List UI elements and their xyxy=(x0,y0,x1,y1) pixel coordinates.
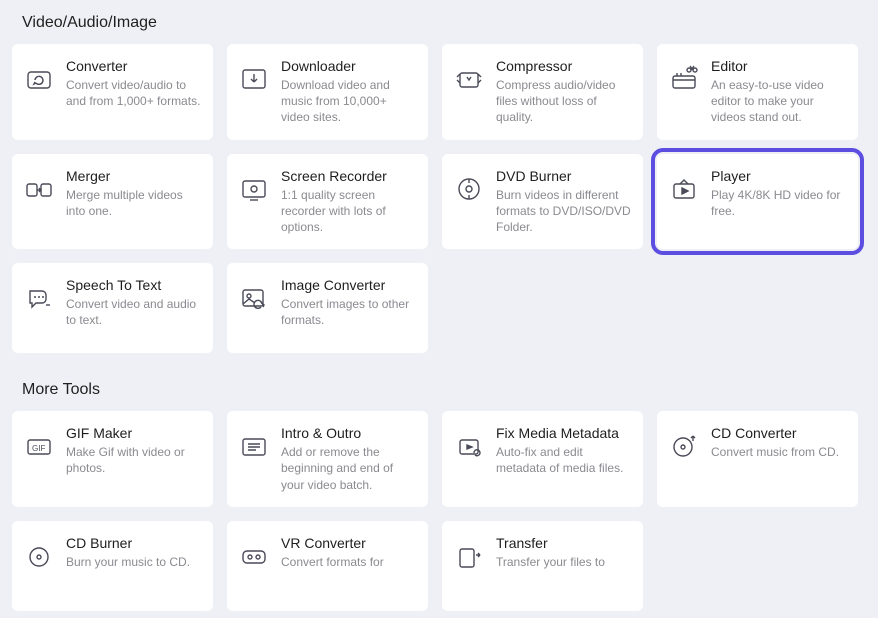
card-title: GIF Maker xyxy=(66,425,201,441)
tool-card-gifmaker[interactable]: GIF Maker Make Gif with video or photos. xyxy=(12,411,213,507)
tool-card-downloader[interactable]: Downloader Download video and music from … xyxy=(227,44,428,140)
merge-icon xyxy=(22,172,56,206)
tool-grid: GIF Maker Make Gif with video or photos. I… xyxy=(12,411,868,611)
refresh-camera-icon xyxy=(22,62,56,96)
section-title: More Tools xyxy=(22,381,868,399)
tool-card-introoutro[interactable]: Intro & Outro Add or remove the beginning… xyxy=(227,411,428,507)
tool-card-fixmeta[interactable]: Fix Media Metadata Auto-fix and edit meta… xyxy=(442,411,643,507)
card-description: Compress audio/video files without loss … xyxy=(496,77,631,126)
card-body: Player Play 4K/8K HD video for free. xyxy=(711,168,846,219)
card-title: Merger xyxy=(66,168,201,184)
card-description: Convert music from CD. xyxy=(711,444,846,460)
speech-icon xyxy=(22,281,56,315)
card-description: Burn your music to CD. xyxy=(66,554,201,570)
card-body: Screen Recorder 1:1 quality screen record… xyxy=(281,168,416,236)
tool-card-dvdburner[interactable]: DVD Burner Burn videos in different forma… xyxy=(442,154,643,250)
card-description: Add or remove the beginning and end of y… xyxy=(281,444,416,493)
card-description: Merge multiple videos into one. xyxy=(66,187,201,219)
tv-play-icon xyxy=(667,172,701,206)
tool-card-editor[interactable]: Editor An easy-to-use video editor to mak… xyxy=(657,44,858,140)
card-description: Transfer your files to xyxy=(496,554,631,570)
gif-icon xyxy=(22,429,56,463)
card-title: CD Converter xyxy=(711,425,846,441)
card-description: Burn videos in different formats to DVD/… xyxy=(496,187,631,236)
cd-burn-icon xyxy=(22,539,56,573)
tool-card-merger[interactable]: Merger Merge multiple videos into one. xyxy=(12,154,213,250)
card-body: Speech To Text Convert video and audio to… xyxy=(66,277,201,328)
card-body: Merger Merge multiple videos into one. xyxy=(66,168,201,219)
card-description: Auto-fix and edit metadata of media file… xyxy=(496,444,631,476)
card-body: Downloader Download video and music from … xyxy=(281,58,416,126)
tool-card-player[interactable]: Player Play 4K/8K HD video for free. xyxy=(657,154,858,250)
tool-card-imgconv[interactable]: Image Converter Convert images to other f… xyxy=(227,263,428,353)
metadata-icon xyxy=(452,429,486,463)
tool-card-screenrec[interactable]: Screen Recorder 1:1 quality screen record… xyxy=(227,154,428,250)
card-body: Intro & Outro Add or remove the beginning… xyxy=(281,425,416,493)
card-title: Image Converter xyxy=(281,277,416,293)
card-title: Downloader xyxy=(281,58,416,74)
card-description: An easy-to-use video editor to make your… xyxy=(711,77,846,126)
card-description: Convert video/audio to and from 1,000+ f… xyxy=(66,77,201,109)
card-body: Converter Convert video/audio to and from… xyxy=(66,58,201,109)
disc-icon xyxy=(452,172,486,206)
card-body: Fix Media Metadata Auto-fix and edit meta… xyxy=(496,425,631,476)
compress-icon xyxy=(452,62,486,96)
card-title: Compressor xyxy=(496,58,631,74)
card-title: Intro & Outro xyxy=(281,425,416,441)
screen-record-icon xyxy=(237,172,271,206)
tool-card-vrconv[interactable]: VR Converter Convert formats for xyxy=(227,521,428,611)
section-title: Video/Audio/Image xyxy=(22,14,868,32)
tool-card-cdconv[interactable]: CD Converter Convert music from CD. xyxy=(657,411,858,507)
cd-up-icon xyxy=(667,429,701,463)
card-description: Make Gif with video or photos. xyxy=(66,444,201,476)
card-description: Convert video and audio to text. xyxy=(66,296,201,328)
card-body: GIF Maker Make Gif with video or photos. xyxy=(66,425,201,476)
card-body: Image Converter Convert images to other f… xyxy=(281,277,416,328)
card-title: Speech To Text xyxy=(66,277,201,293)
card-body: CD Burner Burn your music to CD. xyxy=(66,535,201,570)
card-title: Transfer xyxy=(496,535,631,551)
vr-icon xyxy=(237,539,271,573)
card-description: Convert images to other formats. xyxy=(281,296,416,328)
card-description: Convert formats for xyxy=(281,554,416,570)
card-title: VR Converter xyxy=(281,535,416,551)
transfer-icon xyxy=(452,539,486,573)
tools-page: Video/Audio/Image Converter Convert video/… xyxy=(0,0,878,611)
tool-card-stt[interactable]: Speech To Text Convert video and audio to… xyxy=(12,263,213,353)
card-title: Converter xyxy=(66,58,201,74)
tool-grid: Converter Convert video/audio to and from… xyxy=(12,44,868,353)
card-title: Screen Recorder xyxy=(281,168,416,184)
scissors-film-icon xyxy=(667,62,701,96)
card-body: CD Converter Convert music from CD. xyxy=(711,425,846,460)
tool-card-transfer[interactable]: Transfer Transfer your files to xyxy=(442,521,643,611)
card-description: Play 4K/8K HD video for free. xyxy=(711,187,846,219)
download-tray-icon xyxy=(237,62,271,96)
card-title: CD Burner xyxy=(66,535,201,551)
tool-card-converter[interactable]: Converter Convert video/audio to and from… xyxy=(12,44,213,140)
card-body: VR Converter Convert formats for xyxy=(281,535,416,570)
tool-card-cdburner[interactable]: CD Burner Burn your music to CD. xyxy=(12,521,213,611)
card-body: Transfer Transfer your files to xyxy=(496,535,631,570)
intro-icon xyxy=(237,429,271,463)
image-refresh-icon xyxy=(237,281,271,315)
card-description: 1:1 quality screen recorder with lots of… xyxy=(281,187,416,236)
card-body: Compressor Compress audio/video files wit… xyxy=(496,58,631,126)
tool-card-compressor[interactable]: Compressor Compress audio/video files wit… xyxy=(442,44,643,140)
card-title: DVD Burner xyxy=(496,168,631,184)
card-body: Editor An easy-to-use video editor to mak… xyxy=(711,58,846,126)
card-body: DVD Burner Burn videos in different forma… xyxy=(496,168,631,236)
card-title: Player xyxy=(711,168,846,184)
card-description: Download video and music from 10,000+ vi… xyxy=(281,77,416,126)
card-title: Editor xyxy=(711,58,846,74)
card-title: Fix Media Metadata xyxy=(496,425,631,441)
